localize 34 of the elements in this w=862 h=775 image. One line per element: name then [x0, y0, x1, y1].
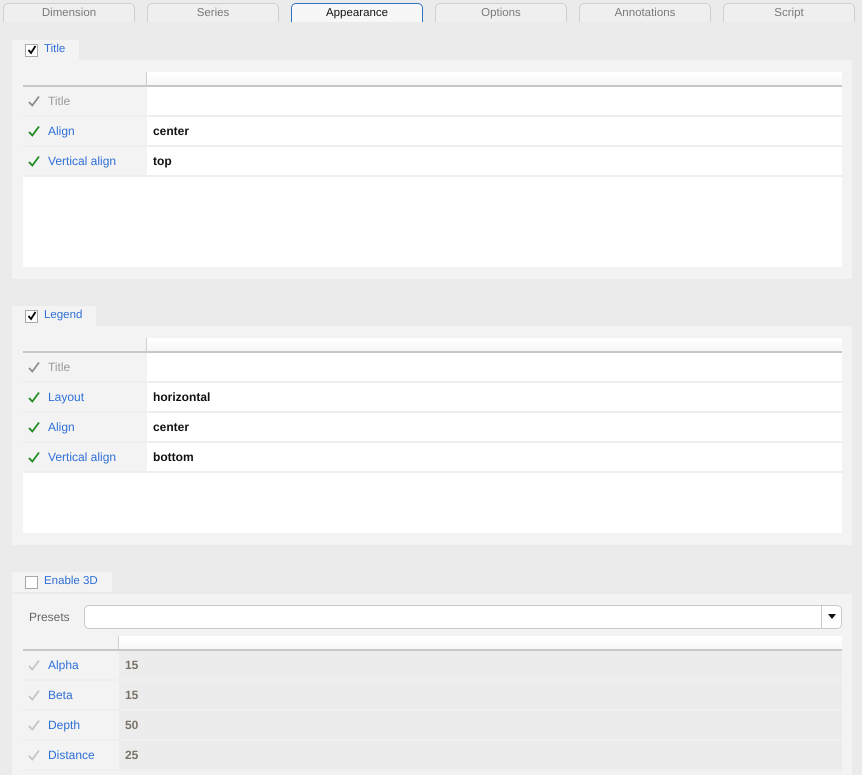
- property-value: center: [153, 419, 190, 436]
- section-label: Legend: [44, 308, 82, 324]
- tab[interactable]: Annotations: [579, 3, 711, 22]
- property-name: Layout: [48, 389, 84, 406]
- checkbox[interactable]: [25, 44, 38, 56]
- property-value: 15: [125, 686, 138, 704]
- property-name: Align: [48, 123, 75, 140]
- property-name: Vertical align: [48, 153, 116, 170]
- checkbox[interactable]: [25, 576, 38, 588]
- property-name: Align: [48, 419, 75, 436]
- property-name: Title: [48, 359, 70, 376]
- property-value: 15: [125, 656, 138, 674]
- property-name: Alpha: [48, 656, 79, 674]
- property-value: 25: [125, 746, 138, 764]
- section-label: Enable 3D: [44, 574, 98, 590]
- property-value: top: [153, 153, 172, 170]
- tab[interactable]: Series: [147, 3, 279, 22]
- field-label: Presets: [29, 608, 70, 626]
- caret-icon: [828, 614, 836, 619]
- property-value: center: [153, 123, 190, 140]
- property-name: Beta: [48, 686, 73, 704]
- tab[interactable]: Dimension: [3, 3, 135, 22]
- property-name: Vertical align: [48, 449, 116, 466]
- tab[interactable]: Appearance: [291, 3, 423, 22]
- tab[interactable]: Options: [435, 3, 567, 22]
- tab[interactable]: Script: [723, 3, 855, 22]
- property-value: bottom: [153, 449, 194, 466]
- property-name: Title: [48, 93, 70, 110]
- section-label: Title: [44, 42, 66, 58]
- checkbox[interactable]: [25, 310, 38, 322]
- property-name: Distance: [48, 746, 95, 764]
- property-name: Depth: [48, 716, 80, 734]
- property-value: horizontal: [153, 389, 210, 406]
- property-value: 50: [125, 716, 138, 734]
